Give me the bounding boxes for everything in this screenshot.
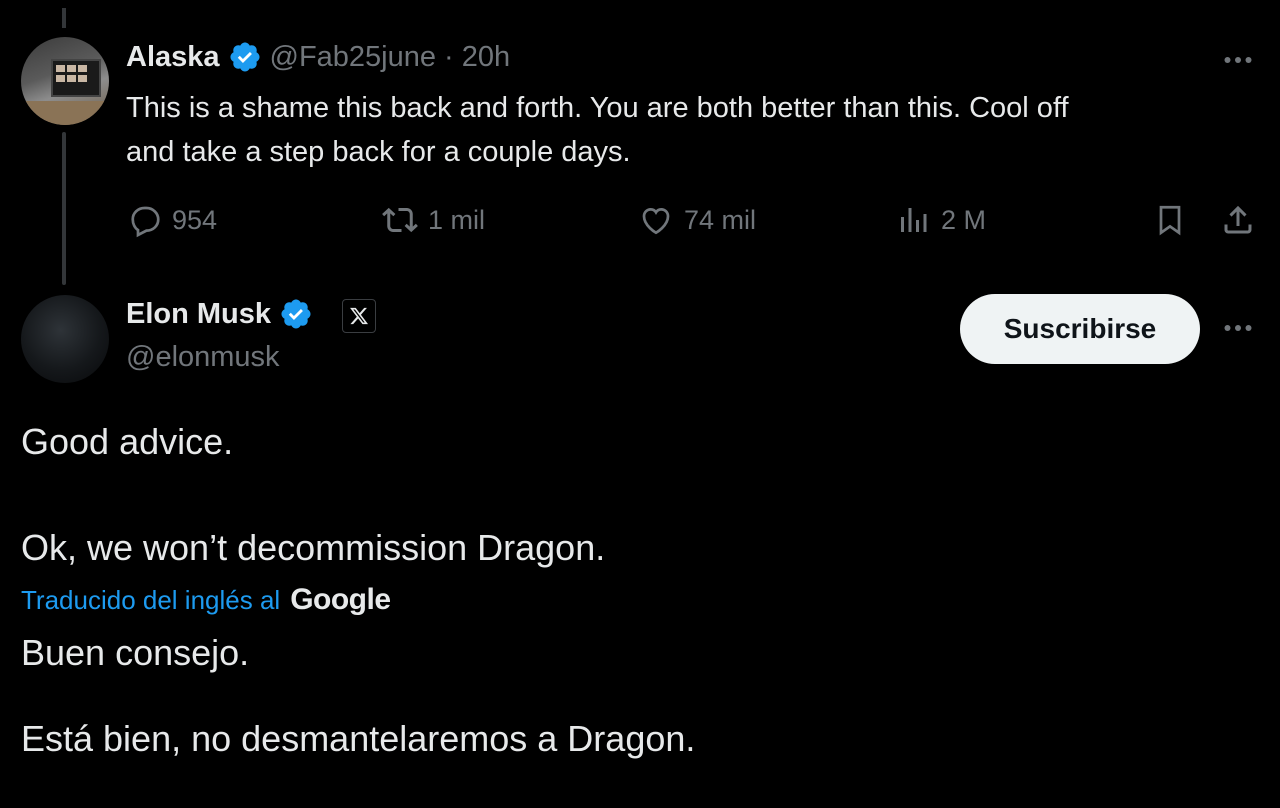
like-count: 74 mil	[684, 204, 757, 235]
share-icon	[1224, 205, 1252, 234]
more-icon[interactable]	[1220, 310, 1256, 351]
subscribe-button[interactable]: Suscribirse	[960, 294, 1200, 364]
reply-count: 954	[172, 204, 218, 235]
reply-text-line: and take a step back for a couple days.	[126, 136, 631, 168]
like-icon	[642, 207, 670, 235]
reply-text-line: This is a shame this back and forth. You…	[126, 92, 1069, 124]
more-icon[interactable]	[1220, 42, 1256, 83]
repost-icon	[382, 207, 418, 233]
views-button[interactable]: 2 M	[895, 202, 986, 238]
handle[interactable]: @elonmusk	[126, 341, 280, 374]
views-icon	[901, 208, 927, 232]
author-name[interactable]: Elon Musk	[126, 298, 271, 331]
repost-button[interactable]: 1 mil	[382, 202, 485, 238]
timestamp[interactable]: 20h	[462, 41, 510, 74]
translated-label[interactable]: Traducido del inglés al	[21, 585, 280, 616]
main-author-row: Elon Musk	[126, 297, 313, 331]
reply-icon	[131, 206, 160, 238]
thread-line	[62, 132, 66, 285]
reply-text: This is a shame this back and forth. You…	[126, 86, 1069, 174]
thread-line-top	[62, 8, 66, 28]
tweet-text-line: Good advice.	[21, 421, 234, 462]
share-button[interactable]	[1220, 202, 1256, 238]
verified-badge-icon	[279, 297, 313, 331]
bookmark-icon	[1159, 205, 1181, 236]
verified-badge-icon	[228, 40, 262, 74]
avatar[interactable]	[21, 295, 109, 383]
author-name[interactable]: Alaska	[126, 41, 220, 74]
reply-button[interactable]: 954	[126, 202, 217, 238]
repost-count: 1 mil	[428, 204, 486, 235]
translation-attribution: Traducido del inglés al Google	[21, 583, 391, 617]
google-logo: Google	[290, 583, 391, 616]
translated-text-line: Buen consejo.	[21, 632, 250, 673]
reply-header: Alaska @Fab25june · 20h	[126, 40, 510, 74]
like-button[interactable]: 74 mil	[638, 202, 756, 238]
separator: ·	[444, 40, 454, 73]
bookmark-button[interactable]	[1152, 202, 1188, 238]
x-logo-icon[interactable]	[342, 299, 376, 333]
tweet-text-line: Ok, we won’t decommission Dragon.	[21, 527, 606, 568]
avatar[interactable]	[21, 37, 109, 125]
translated-text-line: Está bien, no desmantelaremos a Dragon.	[21, 718, 696, 759]
views-count: 2 M	[941, 204, 987, 235]
handle[interactable]: @Fab25june	[270, 41, 437, 74]
